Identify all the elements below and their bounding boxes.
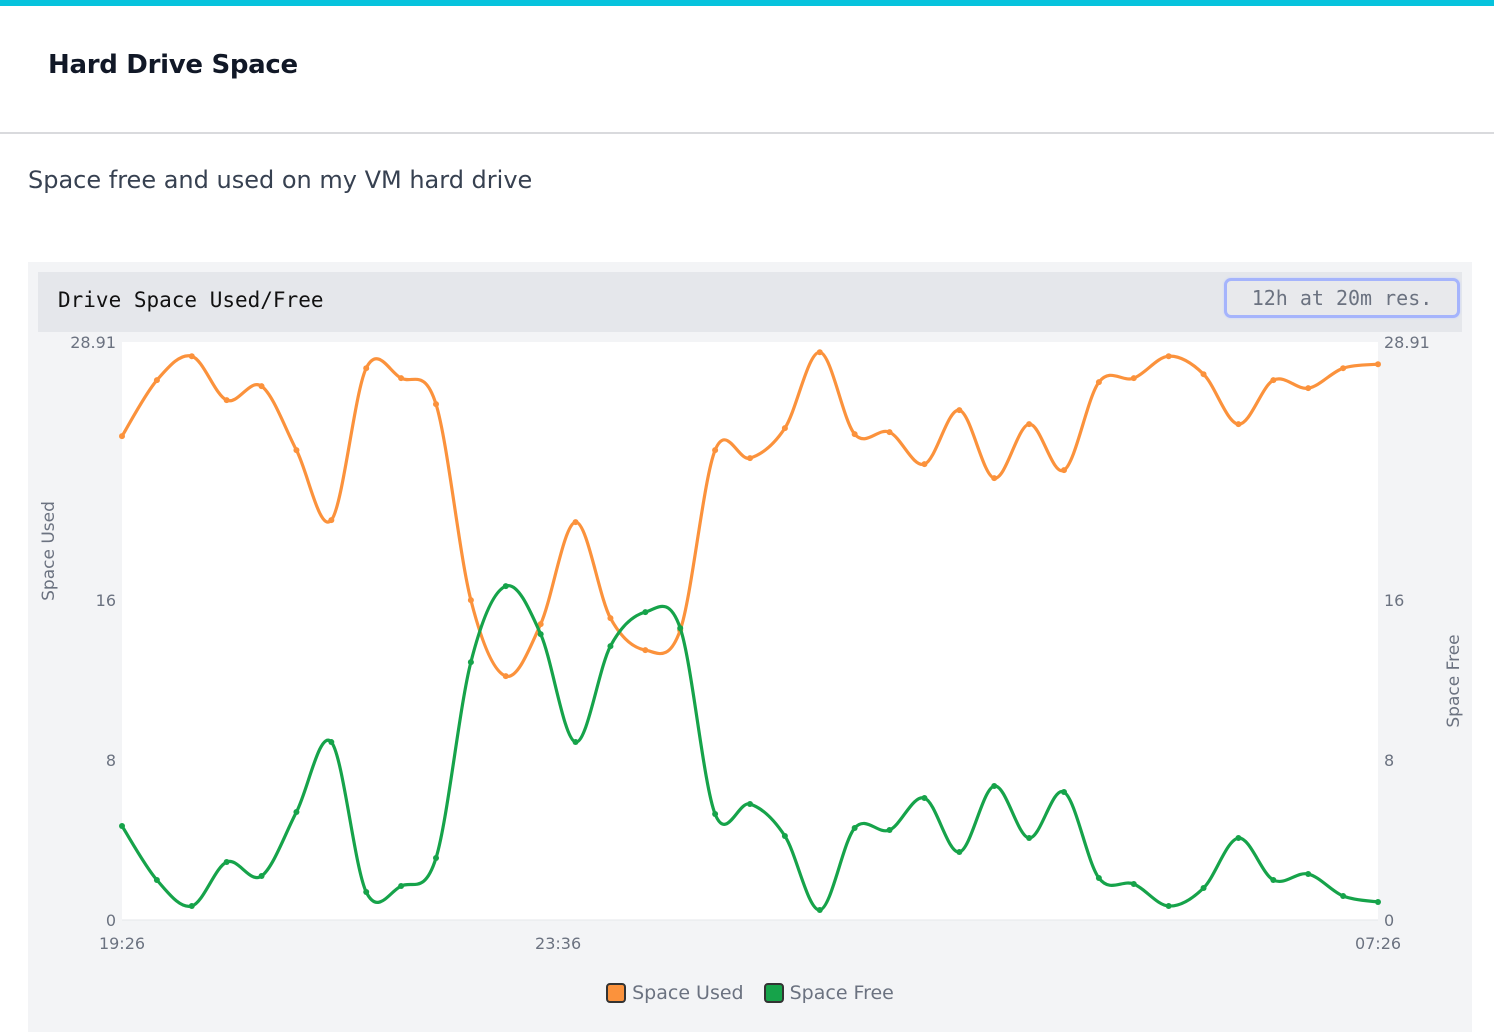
data-point-space-free xyxy=(851,825,858,832)
data-point-space-free xyxy=(328,739,335,746)
data-point-space-used xyxy=(1061,467,1067,474)
data-point-space-free xyxy=(816,907,823,914)
data-point-space-used xyxy=(188,353,195,360)
data-point-space-free xyxy=(1305,871,1312,878)
data-point-space-free xyxy=(1200,885,1207,892)
data-point-space-free xyxy=(1130,881,1137,888)
data-point-space-used xyxy=(1375,361,1381,368)
page-header: Hard Drive Space xyxy=(0,6,1494,134)
legend-label-space-used: Space Used xyxy=(632,982,744,1004)
data-point-space-free xyxy=(293,809,300,816)
data-point-space-used xyxy=(1305,385,1312,392)
data-point-space-used xyxy=(642,647,649,654)
y-right-tick-label: 28.91 xyxy=(1384,333,1430,352)
data-point-space-used xyxy=(921,461,928,468)
data-point-space-free xyxy=(223,859,230,866)
data-point-space-free xyxy=(781,833,788,840)
data-point-space-used xyxy=(328,517,335,524)
legend-swatch-space-free xyxy=(763,983,784,1003)
legend-label-space-free: Space Free xyxy=(789,982,894,1004)
data-point-space-free xyxy=(119,823,125,830)
data-point-space-free xyxy=(153,877,160,884)
legend-item-space-used[interactable]: Space Used xyxy=(606,982,744,1004)
data-point-space-free xyxy=(572,739,579,746)
data-point-space-free xyxy=(1235,835,1242,842)
data-point-space-used xyxy=(572,519,579,526)
legend-swatch-space-used xyxy=(606,983,627,1003)
data-point-space-free xyxy=(1026,835,1033,842)
data-point-space-free xyxy=(258,873,265,880)
y-right-axis-title: Space Free xyxy=(1444,634,1464,727)
data-point-space-free xyxy=(1270,877,1277,884)
data-point-space-used xyxy=(467,597,474,604)
data-point-space-used xyxy=(1270,377,1277,384)
data-point-space-used xyxy=(293,447,300,454)
x-tick-label: 19:26 xyxy=(99,934,145,953)
chart-legend: Space Used Space Free xyxy=(28,982,1472,1004)
data-point-space-used xyxy=(1340,365,1347,372)
data-point-space-free xyxy=(1095,875,1102,882)
plot-area xyxy=(122,342,1378,920)
data-point-space-free xyxy=(502,583,509,590)
data-point-space-used xyxy=(223,397,230,404)
data-point-space-free xyxy=(433,855,439,862)
data-point-space-free xyxy=(712,811,719,818)
data-point-space-used xyxy=(153,377,160,384)
data-point-space-used xyxy=(1130,375,1137,382)
data-point-space-used xyxy=(1095,379,1102,386)
data-point-space-free xyxy=(921,795,928,802)
data-point-space-used xyxy=(816,349,823,356)
data-point-space-used xyxy=(886,429,893,436)
data-point-space-free xyxy=(1375,899,1381,906)
data-point-space-used xyxy=(119,433,125,440)
data-point-space-free xyxy=(1061,789,1067,796)
x-tick-label: 23:36 xyxy=(535,934,581,953)
page-title: Hard Drive Space xyxy=(48,50,298,80)
chart-panel: Drive Space Used/Free 12h at 20m res. 08… xyxy=(28,262,1472,1032)
data-point-space-used xyxy=(258,383,265,390)
data-point-space-used xyxy=(781,425,788,432)
legend-item-space-free[interactable]: Space Free xyxy=(763,982,894,1004)
data-point-space-used xyxy=(1200,371,1207,378)
data-point-space-used xyxy=(607,615,614,622)
data-point-space-used xyxy=(363,365,370,372)
data-point-space-free xyxy=(677,625,684,632)
data-point-space-free xyxy=(363,889,370,896)
y-left-tick-label: 0 xyxy=(106,911,116,930)
data-point-space-free xyxy=(188,903,195,910)
drive-space-chart: 0 8 16 28.91 0 8 16 28.91 19:26 23:36 07:26 Space U… xyxy=(39,333,1464,953)
data-point-space-free xyxy=(398,883,405,890)
data-point-space-used xyxy=(1026,421,1033,428)
data-point-space-free xyxy=(956,849,963,856)
y-right-tick-label: 0 xyxy=(1384,911,1394,930)
data-point-space-free xyxy=(747,801,753,808)
page-description: Space free and used on my VM hard drive xyxy=(28,166,533,194)
y-left-tick-label: 8 xyxy=(106,751,116,770)
y-right-tick-label: 16 xyxy=(1384,591,1404,610)
data-point-space-free xyxy=(1340,893,1347,900)
data-point-space-used xyxy=(1165,353,1172,360)
data-point-space-used xyxy=(956,407,963,414)
data-point-space-used xyxy=(991,475,998,482)
data-point-space-free xyxy=(886,827,893,834)
y-left-tick-label: 16 xyxy=(96,591,116,610)
data-point-space-used xyxy=(712,447,719,454)
data-point-space-free xyxy=(607,643,614,650)
data-point-space-used xyxy=(433,401,439,408)
data-point-space-free xyxy=(1165,903,1172,910)
data-point-space-free xyxy=(991,783,998,790)
y-left-axis-title: Space Used xyxy=(39,501,59,601)
data-point-space-free xyxy=(467,659,474,666)
x-tick-label: 07:26 xyxy=(1355,934,1401,953)
data-point-space-used xyxy=(851,431,858,438)
data-point-space-used xyxy=(502,673,509,680)
data-point-space-used xyxy=(747,455,753,462)
y-right-tick-label: 8 xyxy=(1384,751,1394,770)
y-left-tick-label: 28.91 xyxy=(70,333,116,352)
data-point-space-used xyxy=(398,375,405,382)
data-point-space-free xyxy=(537,631,544,638)
data-point-space-free xyxy=(642,609,649,616)
data-point-space-used xyxy=(1235,421,1242,428)
